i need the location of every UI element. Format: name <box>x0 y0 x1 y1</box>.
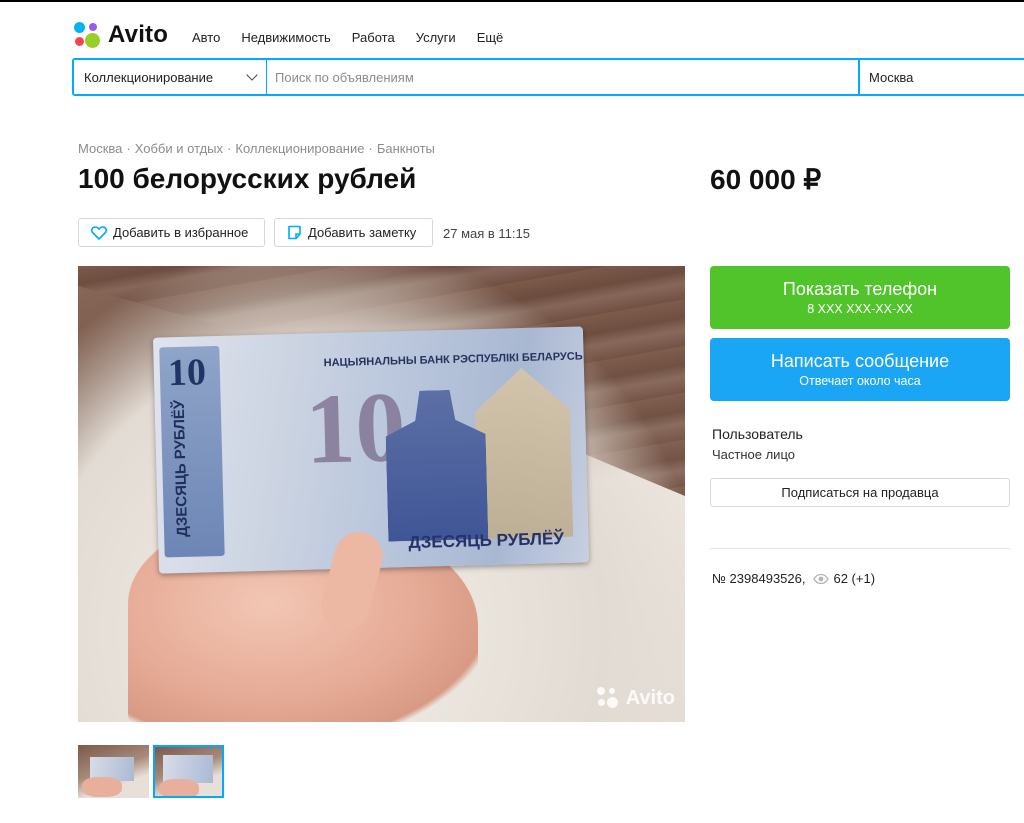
search-bar: Коллекционирование Москва <box>72 58 1024 96</box>
breadcrumb-item[interactable]: Москва <box>78 141 122 156</box>
category-select-value: Коллекционирование <box>84 69 214 85</box>
nav-item-jobs[interactable]: Работа <box>352 30 395 45</box>
avito-logo-icon <box>72 20 102 50</box>
top-navigation: Авто Недвижимость Работа Услуги Ещё <box>192 30 524 45</box>
add-to-favorites-button[interactable]: Добавить в избранное <box>78 218 265 247</box>
nav-item-more[interactable]: Ещё <box>477 30 504 45</box>
seller-name[interactable]: Пользователь <box>712 426 803 442</box>
thumbnail-2[interactable] <box>153 745 224 798</box>
banknote-value-small: 10 <box>167 351 207 395</box>
breadcrumb-item[interactable]: Коллекционирование <box>235 141 364 156</box>
chevron-down-icon <box>246 69 258 81</box>
search-input[interactable] <box>267 60 858 94</box>
banknote-bottom-text: ДЗЕСЯЦЬ РУБЛЁЎ <box>408 528 565 553</box>
phone-masked: 8 XXX XXX-XX-XX <box>807 302 913 316</box>
nav-item-auto[interactable]: Авто <box>192 30 220 45</box>
breadcrumb-item[interactable]: Банкноты <box>377 141 435 156</box>
banknote-bank-text: НАЦЫЯНАЛЬНЫ БАНК РЭСПУБЛІКІ БЕЛАРУСЬ <box>323 350 583 370</box>
show-phone-label: Показать телефон <box>782 279 938 299</box>
city-select[interactable]: Москва <box>858 60 1024 94</box>
breadcrumb: Москва · Хобби и отдых · Коллекционирование ·… <box>78 141 435 156</box>
response-time: Отвечает около часа <box>799 374 921 388</box>
favorite-label: Добавить в избранное <box>113 225 249 240</box>
avito-watermark: Avito <box>596 686 675 710</box>
avito-logo[interactable]: Avito <box>72 20 168 50</box>
category-select[interactable]: Коллекционирование <box>74 60 267 94</box>
window-top-border <box>0 0 1024 2</box>
ad-number: № 2398493526, <box>712 571 806 586</box>
watermark-text: Avito <box>625 686 675 709</box>
seller-type: Частное лицо <box>712 447 795 462</box>
avito-watermark-icon <box>596 686 620 710</box>
subscribe-seller-button[interactable]: Подписаться на продавца <box>710 478 1010 507</box>
nav-item-services[interactable]: Услуги <box>416 30 456 45</box>
view-count: 62 (+1) <box>833 571 876 586</box>
logo-text: Avito <box>108 21 169 48</box>
breadcrumb-item[interactable]: Хобби и отдых <box>135 141 223 156</box>
divider <box>710 548 1010 549</box>
note-label: Добавить заметку <box>308 225 417 240</box>
eye-icon <box>813 573 830 584</box>
show-phone-button[interactable]: Показать телефон 8 XXX XXX-XX-XX <box>710 266 1010 329</box>
banknote-vertical-text: ДЗЕСЯЦЬ РУБЛЁЎ <box>170 399 192 538</box>
note-icon <box>288 225 301 240</box>
listing-price: 60 000 ₽ <box>710 164 822 195</box>
heart-icon <box>91 225 107 240</box>
ad-meta: № 2398493526, 62 (+1) <box>712 571 875 586</box>
add-note-button[interactable]: Добавить заметку <box>274 218 433 247</box>
nav-item-realty[interactable]: Недвижимость <box>241 30 330 45</box>
publish-date: 27 мая в 11:15 <box>443 226 530 241</box>
city-value: Москва <box>869 69 914 85</box>
listing-title: 100 белорусских рублей <box>78 163 417 194</box>
write-message-label: Написать сообщение <box>770 351 950 371</box>
main-photo[interactable]: 10 ДЗЕСЯЦЬ РУБЛЁЎ 10 НАЦЫЯНАЛЬНЫ БАНК РЭ… <box>78 266 685 722</box>
photo-thumbnails <box>78 745 224 798</box>
write-message-button[interactable]: Написать сообщение Отвечает около часа <box>710 338 1010 401</box>
thumbnail-1[interactable] <box>78 745 149 798</box>
